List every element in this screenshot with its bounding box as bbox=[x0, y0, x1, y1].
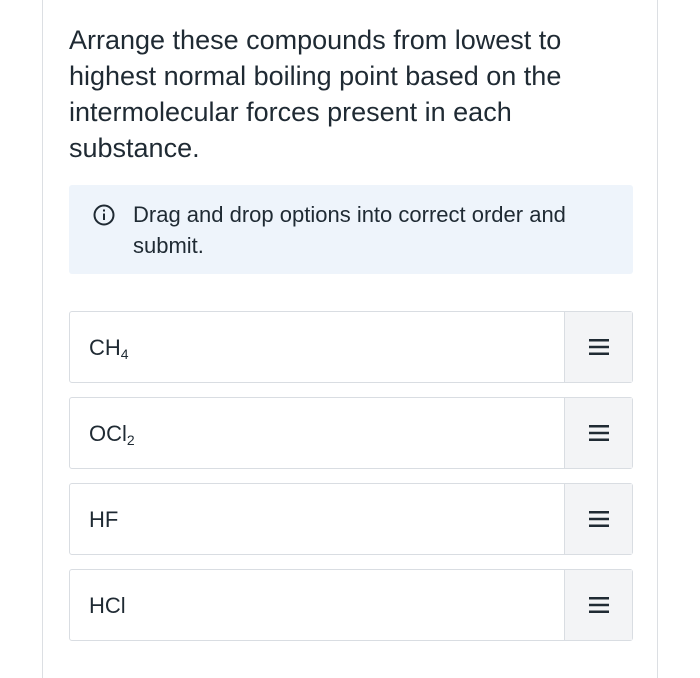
drag-handle[interactable] bbox=[564, 484, 632, 554]
instruction-text: Drag and drop options into correct order… bbox=[133, 202, 566, 258]
question-card: Arrange these compounds from lowest to h… bbox=[42, 0, 658, 678]
option-formula: CH bbox=[89, 335, 121, 360]
info-icon bbox=[93, 204, 115, 226]
option-label: OCl2 bbox=[89, 420, 135, 448]
question-text: Arrange these compounds from lowest to h… bbox=[69, 25, 562, 163]
option-subscript: 4 bbox=[120, 346, 129, 362]
option-label: CH4 bbox=[89, 334, 129, 362]
option-formula: HCl bbox=[89, 593, 126, 618]
drag-handle-icon bbox=[588, 425, 609, 441]
drag-handle[interactable] bbox=[564, 398, 632, 468]
option-label: HCl bbox=[89, 592, 126, 620]
drag-handle[interactable] bbox=[564, 570, 632, 640]
option-label: HF bbox=[89, 506, 118, 534]
option-subscript: 2 bbox=[126, 432, 135, 448]
sortable-option-ocl2[interactable]: OCl2 bbox=[69, 397, 633, 469]
sortable-option-hf[interactable]: HF bbox=[69, 483, 633, 555]
sortable-option-hcl[interactable]: HCl bbox=[69, 569, 633, 641]
drag-handle-icon bbox=[588, 597, 609, 613]
option-formula: OCl bbox=[89, 421, 127, 446]
drag-handle[interactable] bbox=[564, 312, 632, 382]
drag-handle-icon bbox=[588, 339, 609, 355]
sortable-option-ch4[interactable]: CH4 bbox=[69, 311, 633, 383]
instruction-box: Drag and drop options into correct order… bbox=[69, 185, 633, 274]
option-formula: HF bbox=[89, 507, 119, 532]
drag-handle-icon bbox=[588, 511, 609, 527]
